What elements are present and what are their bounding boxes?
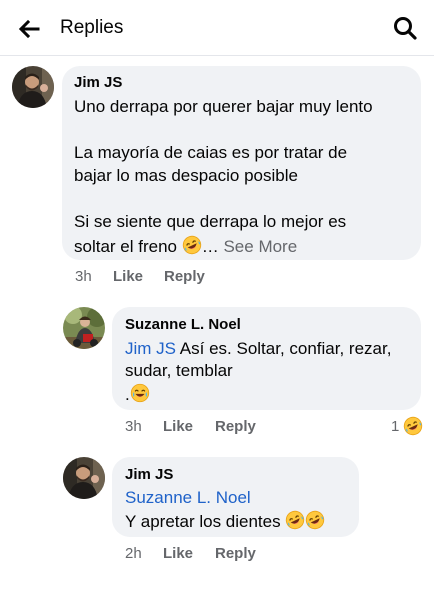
tears-of-joy-emoji-icon [130,383,150,403]
comment-author[interactable]: Suzanne L. Noel [125,316,241,333]
mention-link[interactable]: Jim JS [125,339,176,358]
comment-text-line: Uno derrapa por querer bajar muy lento [74,97,373,116]
comment-time: 3h [75,268,92,285]
comment-time: 2h [125,545,142,562]
reply-button[interactable]: Reply [215,545,256,562]
like-button[interactable]: Like [163,545,193,562]
avatar[interactable] [63,307,105,349]
haha-reaction-icon[interactable] [403,416,423,436]
comment-bubble: Jim JS Suzanne L. Noel Y apretar los die… [112,457,359,537]
rolling-laughing-emoji-icon [182,235,202,255]
top-bar: Replies [0,0,434,56]
comment-author[interactable]: Jim JS [74,74,122,91]
arrow-left-icon[interactable] [14,14,44,44]
comment-text-line: soltar el freno … See More [74,235,297,257]
ellipsis: … [201,237,219,256]
like-button[interactable]: Like [163,418,193,435]
comment-text: Y apretar los dientes [125,512,281,531]
comment-time: 3h [125,418,142,435]
comment-text-line: . [125,383,150,405]
comment-text: soltar el freno [74,237,177,256]
comment-bubble: Suzanne L. Noel Jim JS Así es. Soltar, c… [112,307,421,410]
like-button[interactable]: Like [113,268,143,285]
comment-text-line: Si se siente que derrapa lo mejor es [74,212,347,231]
mention-link[interactable]: Suzanne L. Noel [125,488,251,508]
search-icon[interactable] [392,15,418,41]
comment-text-line: La mayoría de caias es por tratar de [74,143,348,162]
reaction-count[interactable]: 1 [391,418,399,435]
comment-text-line: Jim JS Así es. Soltar, confiar, rezar, [125,339,391,359]
comment-text-line: Y apretar los dientes [125,510,325,532]
rolling-laughing-emoji-icon [305,510,325,530]
comment-bubble: Jim JS Uno derrapa por querer bajar muy … [62,66,421,260]
page-title: Replies [60,17,124,38]
see-more-link[interactable]: See More [223,237,297,256]
reply-button[interactable]: Reply [164,268,205,285]
avatar[interactable] [63,457,105,499]
avatar[interactable] [12,66,54,108]
comment-text: Así es. Soltar, confiar, rezar, [179,339,392,358]
comment-text-line: bajar lo mas despacio posible [74,166,298,185]
reply-button[interactable]: Reply [215,418,256,435]
comment-text-line: sudar, temblar [125,361,233,380]
comment-author[interactable]: Jim JS [125,466,173,483]
rolling-laughing-emoji-icon [285,510,305,530]
